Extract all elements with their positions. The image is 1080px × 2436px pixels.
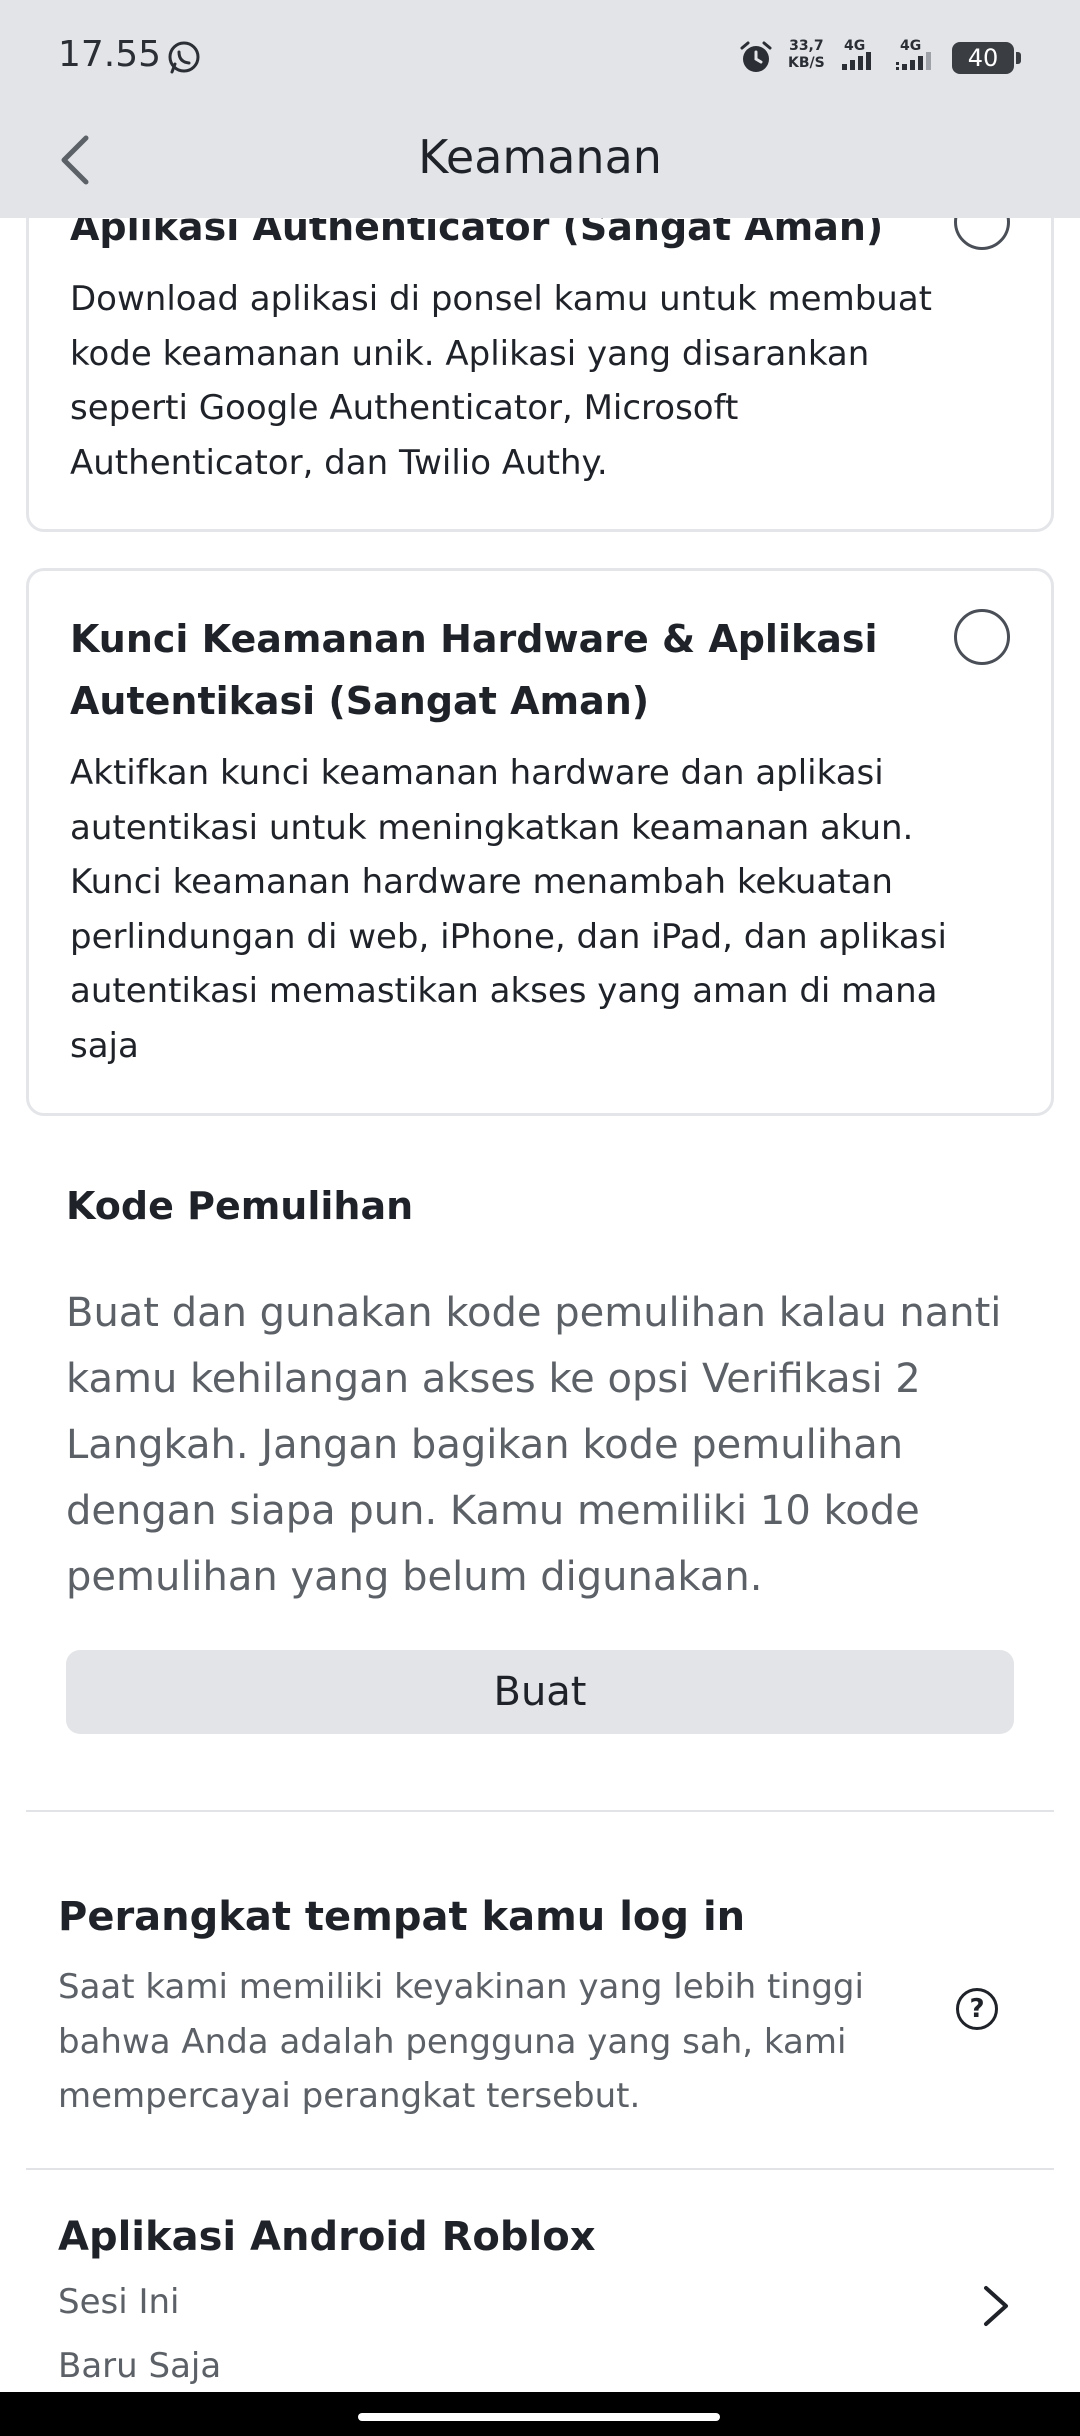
signal-icon: 4G bbox=[894, 38, 934, 74]
battery-icon: 40 bbox=[952, 42, 1014, 74]
option-title-hardware-key: Kunci Keamanan Hardware & Aplikasi Auten… bbox=[70, 617, 878, 723]
devices-title: Perangkat tempat kamu log in bbox=[58, 1894, 746, 1940]
network-speed-unit: KB/S bbox=[788, 55, 825, 71]
recovery-description: Buat dan gunakan kode pemulihan kalau na… bbox=[66, 1290, 1002, 1600]
section-divider bbox=[26, 2168, 1054, 2170]
battery-tip bbox=[1016, 52, 1021, 64]
signal-icon: 4G bbox=[838, 38, 878, 74]
devices-description: Saat kami memiliki keyakinan yang lebih … bbox=[58, 1967, 864, 2116]
device-session: Sesi Ini bbox=[58, 2282, 180, 2322]
radio-hardware-key[interactable] bbox=[954, 609, 1010, 665]
create-recovery-codes-button[interactable]: Buat bbox=[66, 1650, 1014, 1734]
option-desc-hardware-key: Aktifkan kunci keamanan hardware dan apl… bbox=[70, 753, 947, 1066]
alarm-icon bbox=[740, 41, 772, 72]
recovery-title: Kode Pemulihan bbox=[66, 1184, 414, 1228]
chevron-right-icon[interactable] bbox=[978, 2284, 1014, 2328]
whatsapp-icon bbox=[168, 41, 200, 74]
app-header: 17.55 33,7 KB/S 4G 4G 40 Keamanan bbox=[0, 0, 1080, 218]
section-divider bbox=[26, 1810, 1054, 1812]
device-last-active: Baru Saja bbox=[58, 2346, 222, 2386]
option-desc-authenticator: Download aplikasi di ponsel kamu untuk m… bbox=[70, 279, 933, 483]
network-speed: 33,7 KB/S bbox=[788, 38, 825, 72]
network-speed-value: 33,7 bbox=[789, 38, 824, 54]
help-icon[interactable]: ? bbox=[956, 1988, 998, 2030]
security-screen: Aplikasi Authenticator (Sangat Aman) Dow… bbox=[0, 0, 1080, 2436]
page-title: Keamanan bbox=[418, 130, 662, 184]
device-name: Aplikasi Android Roblox bbox=[58, 2214, 596, 2260]
home-gesture-handle[interactable] bbox=[358, 2413, 720, 2421]
status-time: 17.55 bbox=[58, 34, 162, 75]
